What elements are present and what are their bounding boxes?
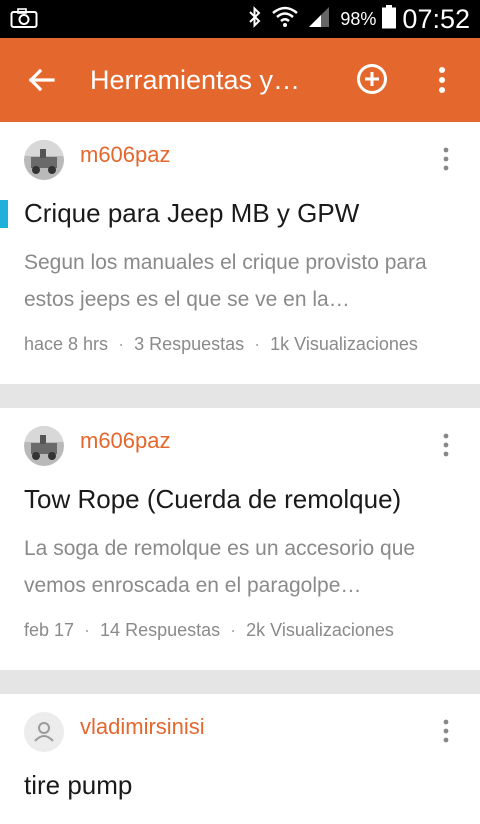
post-title[interactable]: tire pump bbox=[24, 770, 132, 801]
post-card[interactable]: m606paz Tow Rope (Cuerda de remolque) La… bbox=[0, 408, 480, 670]
post-title[interactable]: Crique para Jeep MB y GPW bbox=[24, 198, 359, 229]
unread-marker bbox=[0, 200, 8, 228]
post-menu-icon[interactable] bbox=[436, 146, 456, 172]
post-card[interactable]: vladimirsinisi tire pump bbox=[0, 694, 480, 824]
wifi-icon bbox=[272, 6, 299, 33]
bluetooth-icon bbox=[248, 5, 262, 34]
post-excerpt: Segun los manuales el crique provisto pa… bbox=[24, 251, 427, 311]
post-title[interactable]: Tow Rope (Cuerda de remolque) bbox=[24, 484, 401, 515]
status-time: 07:52 bbox=[402, 3, 470, 34]
app-bar: Herramientas y… bbox=[0, 38, 480, 122]
signal-icon bbox=[308, 6, 330, 33]
page-title: Herramientas y… bbox=[90, 65, 301, 95]
reply-count: 3 Respuestas bbox=[134, 334, 245, 354]
post-menu-icon[interactable] bbox=[436, 718, 456, 744]
status-bar: 98% 07:52 bbox=[0, 0, 480, 38]
author-name[interactable]: vladimirsinisi bbox=[80, 714, 205, 740]
back-arrow-icon[interactable] bbox=[24, 63, 58, 97]
author-name[interactable]: m606paz bbox=[80, 142, 171, 168]
avatar[interactable] bbox=[24, 140, 64, 180]
avatar[interactable] bbox=[24, 426, 64, 466]
camera-icon bbox=[10, 7, 38, 34]
post-meta: feb 17 · 14 Respuestas · 2k Visualizaciones bbox=[24, 620, 394, 640]
post-menu-icon[interactable] bbox=[436, 432, 456, 458]
reply-count: 14 Respuestas bbox=[100, 620, 221, 640]
author-name[interactable]: m606paz bbox=[80, 428, 171, 454]
post-time: hace 8 hrs bbox=[24, 334, 109, 354]
post-meta: hace 8 hrs · 3 Respuestas · 1k Visualizacion… bbox=[24, 334, 418, 354]
view-count: 1k Visualizaciones bbox=[270, 334, 418, 354]
view-count: 2k Visualizaciones bbox=[246, 620, 394, 640]
battery-percent: 98% bbox=[340, 8, 377, 29]
battery-icon bbox=[382, 4, 397, 34]
post-card[interactable]: m606paz Crique para Jeep MB y GPW Segun … bbox=[0, 122, 480, 384]
more-vert-icon[interactable] bbox=[430, 63, 454, 97]
post-time: feb 17 bbox=[24, 620, 75, 640]
post-excerpt: La soga de remolque es un accesorio que … bbox=[24, 537, 416, 597]
add-circle-icon[interactable] bbox=[356, 63, 388, 95]
avatar[interactable] bbox=[24, 712, 64, 752]
